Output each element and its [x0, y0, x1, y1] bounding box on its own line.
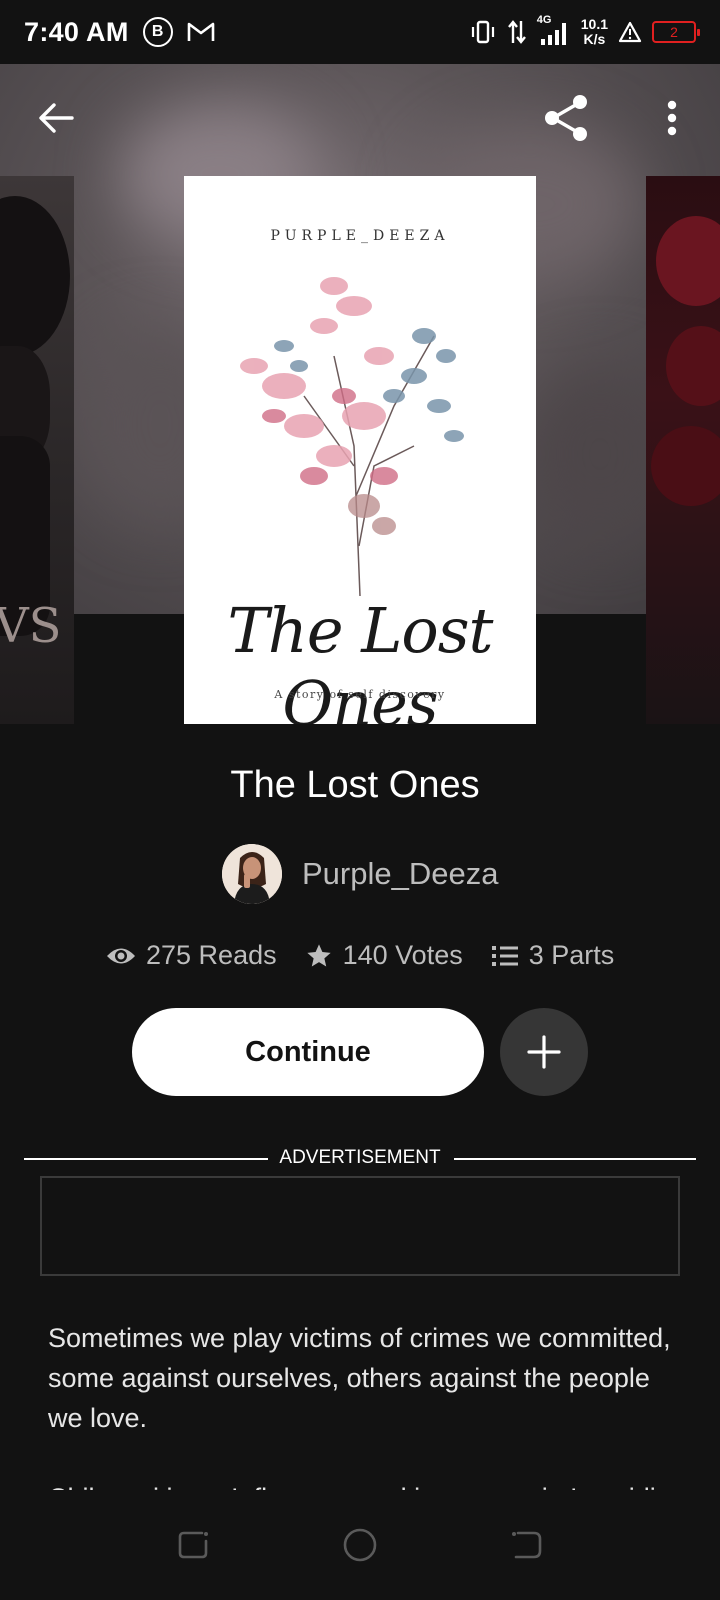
- description-paragraph: Sometimes we play victims of crimes we c…: [48, 1323, 671, 1433]
- cover-subtitle-text: A story of self discovery: [274, 688, 446, 701]
- advertisement-slot[interactable]: [40, 1176, 680, 1276]
- flower-bouquet-illustration: [240, 277, 464, 597]
- story-details-screen: 7:40 AM B 4G 10.1 K/s 2 VS PURPLE_DEEZA …: [0, 0, 720, 1600]
- next-story-cover[interactable]: [646, 176, 720, 724]
- story-title: The Lost Ones: [230, 764, 480, 806]
- story-cover[interactable]: PURPLE_DEEZA The Lost Ones A story of se…: [184, 176, 536, 724]
- author-avatar[interactable]: [222, 844, 282, 904]
- votes-count: 140 Votes: [342, 940, 463, 970]
- vibrate-icon: [471, 20, 494, 44]
- system-navigation-bar: [0, 1490, 720, 1600]
- share-icon: [545, 95, 587, 141]
- home-circle-icon: [343, 1528, 377, 1562]
- continue-button[interactable]: Continue: [132, 1008, 484, 1096]
- cover-title-text: The Lost Ones: [227, 594, 494, 724]
- story-description: Sometimes we play victims of crimes we c…: [48, 1318, 688, 1518]
- network-speed: 10.1 K/s: [580, 16, 608, 47]
- previous-story-cover[interactable]: VS: [0, 176, 74, 724]
- reads-count: 275 Reads: [146, 940, 277, 970]
- back-nav-button[interactable]: [505, 1523, 549, 1567]
- gmail-icon: [187, 22, 214, 41]
- parts-stat: 3 Parts: [491, 940, 615, 971]
- recents-button[interactable]: [171, 1523, 215, 1567]
- add-to-library-button[interactable]: [500, 1008, 588, 1096]
- back-gesture-icon: [511, 1531, 541, 1559]
- signal-icon: 4G: [537, 14, 571, 47]
- share-button[interactable]: [538, 90, 594, 146]
- more-vertical-icon: [667, 100, 677, 136]
- warning-icon: [618, 21, 642, 43]
- plus-icon: [527, 1035, 561, 1069]
- recents-icon: [179, 1531, 209, 1559]
- previous-cover-text: VS: [0, 598, 62, 654]
- cover-author-text: PURPLE_DEEZA: [270, 228, 450, 244]
- story-stats: 275 Reads 140 Votes 3 Parts: [106, 940, 614, 971]
- arrow-left-icon: [39, 103, 74, 133]
- votes-stat: 140 Votes: [305, 940, 463, 971]
- author-row[interactable]: Purple_Deeza: [222, 844, 498, 904]
- star-icon: [306, 943, 331, 966]
- eye-icon: [107, 948, 135, 963]
- b-badge-icon: B: [142, 17, 173, 47]
- author-name[interactable]: Purple_Deeza: [302, 856, 498, 892]
- home-button[interactable]: [338, 1523, 382, 1567]
- battery-indicator: 2: [652, 21, 700, 43]
- status-bar: 7:40 AM B 4G 10.1 K/s 2: [0, 0, 720, 64]
- status-time: 7:40 AM: [24, 16, 129, 47]
- data-transfer-icon: [507, 20, 526, 44]
- list-icon: [491, 945, 518, 966]
- back-button[interactable]: [28, 90, 84, 146]
- more-options-button[interactable]: [644, 90, 700, 146]
- reads-stat: 275 Reads: [106, 940, 277, 971]
- parts-count: 3 Parts: [528, 940, 615, 970]
- advertisement-label: ADVERTISEMENT: [279, 1147, 441, 1168]
